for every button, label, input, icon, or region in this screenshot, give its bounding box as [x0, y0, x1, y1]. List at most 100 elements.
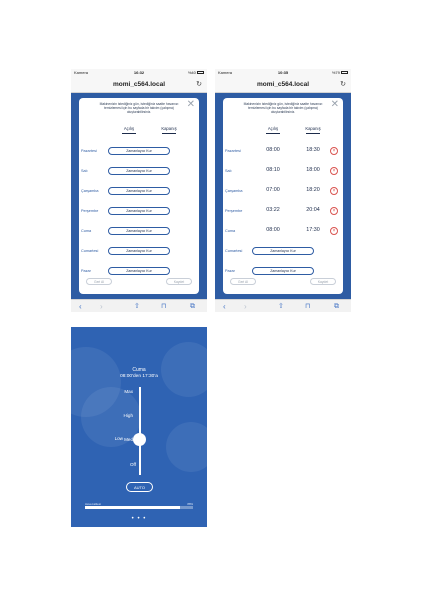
open-time[interactable]: 07:00	[260, 187, 286, 193]
browser-toolbar: ‹ › ⇧ ⊓ ⧉	[215, 299, 351, 312]
delete-timer-icon[interactable]: ×	[330, 226, 338, 235]
day-row: Salı 08:10 18:00 ×	[223, 166, 343, 177]
reload-icon[interactable]: ↻	[196, 80, 202, 88]
status-bar: Kamera 16:32 %40	[71, 69, 207, 77]
close-time[interactable]: 17:30	[300, 227, 326, 233]
day-row: Cuma 08:00 17:30 ×	[223, 226, 343, 237]
speed-slider-knob[interactable]	[133, 433, 146, 446]
day-row: Salı Zamanlayıcı Kur	[79, 167, 199, 177]
delete-timer-icon[interactable]: ×	[330, 206, 338, 215]
day-label: Pazar	[225, 269, 235, 273]
level-label-high[interactable]: High	[103, 413, 133, 418]
schedule-day-title: Cuma	[132, 367, 146, 373]
set-timer-button[interactable]: Zamanlayıcı Kur	[108, 207, 170, 215]
battery-icon	[341, 71, 348, 75]
forward-icon[interactable]: ›	[100, 301, 103, 312]
share-icon[interactable]: ⇧	[134, 301, 140, 312]
set-timer-button[interactable]: Zamanlayıcı Kur	[108, 167, 170, 175]
forward-icon[interactable]: ›	[244, 301, 247, 312]
day-row: Cuma Zamanlayıcı Kur	[79, 227, 199, 237]
battery-percent: %40	[187, 70, 196, 75]
speed-slider-track[interactable]	[139, 387, 141, 475]
bookmarks-icon[interactable]: ⊓	[161, 301, 166, 312]
phone-screen-schedule-empty: Kamera 16:32 %40 momi_c564.local ↻ ✕ Mak…	[71, 69, 207, 312]
undo-button[interactable]: Geri Al	[86, 278, 112, 285]
day-label: Cuma	[225, 229, 236, 233]
phone-screen-schedule-filled: Kamera 10:35 %79 momi_c564.local ↻ ✕ Mak…	[215, 69, 351, 312]
day-row: Cumartesi Zamanlayıcı Kur	[223, 247, 343, 257]
level-label-max[interactable]: Max	[103, 389, 133, 394]
set-timer-button[interactable]: Zamanlayıcı Kur	[108, 187, 170, 195]
day-label: Pazar	[81, 269, 91, 273]
day-row: Çarşamba 07:00 18:20 ×	[223, 186, 343, 197]
delete-timer-icon[interactable]: ×	[330, 186, 338, 195]
close-icon[interactable]: ✕	[331, 100, 339, 110]
reload-icon[interactable]: ↻	[340, 80, 346, 88]
day-label: Perşembe	[225, 209, 243, 213]
fan-control-screen: Cuma 08:00'den 17:30'a Max High Med Low …	[71, 327, 207, 527]
battery-icon	[197, 71, 204, 75]
day-row: Pazartesi 08:00 18:30 ×	[223, 146, 343, 157]
back-icon[interactable]: ‹	[223, 301, 226, 312]
day-row: Cumartesi Zamanlayıcı Kur	[79, 247, 199, 257]
battery-percent: %79	[331, 70, 340, 75]
close-icon[interactable]: ✕	[187, 100, 195, 110]
delete-timer-icon[interactable]: ×	[330, 146, 338, 155]
schedule-panel: ✕ Makinenizin istediğiniz gün, istediğin…	[223, 98, 343, 294]
day-row: Pazartesi Zamanlayıcı Kur	[79, 147, 199, 157]
level-label-off[interactable]: Off	[106, 462, 136, 467]
set-timer-button[interactable]: Zamanlayıcı Kur	[108, 267, 170, 275]
column-close-header: Kapanış	[300, 126, 326, 134]
set-timer-button[interactable]: Zamanlayıcı Kur	[108, 147, 170, 155]
close-time[interactable]: 18:30	[300, 147, 326, 153]
status-time: 16:32	[133, 70, 145, 75]
day-label: Pazartesi	[81, 149, 97, 153]
url-text[interactable]: momi_c564.local	[71, 81, 207, 88]
page-indicator-dots[interactable]: • • •	[71, 516, 207, 522]
back-icon[interactable]: ‹	[79, 301, 82, 312]
undo-button[interactable]: Geri Al	[230, 278, 256, 285]
day-label: Cuma	[81, 229, 92, 233]
open-time[interactable]: 08:00	[260, 227, 286, 233]
address-bar[interactable]: momi_c564.local ↻	[71, 77, 207, 93]
day-label: Çarşamba	[81, 189, 99, 193]
close-time[interactable]: 18:00	[300, 167, 326, 173]
save-button[interactable]: Kaydet	[166, 278, 192, 285]
day-label: Cumartesi	[81, 249, 99, 253]
address-bar[interactable]: momi_c564.local ↻	[215, 77, 351, 93]
progress-bar	[85, 506, 193, 509]
background-bubble	[166, 422, 207, 472]
instruction-text: Makinenizin istediğiniz gün, istediğiniz…	[99, 102, 179, 115]
day-label: Cumartesi	[225, 249, 243, 253]
level-label-low[interactable]: Low	[93, 436, 123, 441]
bookmarks-icon[interactable]: ⊓	[305, 301, 310, 312]
day-row: Pazar Zamanlayıcı Kur	[79, 267, 199, 277]
close-time[interactable]: 18:20	[300, 187, 326, 193]
status-time: 10:35	[277, 70, 289, 75]
day-label: Salı	[81, 169, 88, 173]
auto-mode-button[interactable]: AUTO	[126, 482, 153, 492]
browser-toolbar: ‹ › ⇧ ⊓ ⧉	[71, 299, 207, 312]
set-timer-button[interactable]: Zamanlayıcı Kur	[108, 227, 170, 235]
day-row: Çarşamba Zamanlayıcı Kur	[79, 187, 199, 197]
delete-timer-icon[interactable]: ×	[330, 166, 338, 175]
tabs-icon[interactable]: ⧉	[334, 301, 339, 312]
url-text[interactable]: momi_c564.local	[215, 81, 351, 88]
instruction-text: Makinenizin istediğiniz gün, istediğiniz…	[243, 102, 323, 115]
set-timer-button[interactable]: Zamanlayıcı Kur	[252, 247, 314, 255]
day-label: Çarşamba	[225, 189, 243, 193]
set-timer-button[interactable]: Zamanlayıcı Kur	[252, 267, 314, 275]
share-icon[interactable]: ⇧	[278, 301, 284, 312]
set-timer-button[interactable]: Zamanlayıcı Kur	[108, 247, 170, 255]
close-time[interactable]: 20:04	[300, 207, 326, 213]
column-open-header: Açılış	[260, 126, 286, 134]
status-bar: Kamera 10:35 %79	[215, 69, 351, 77]
save-button[interactable]: Kaydet	[310, 278, 336, 285]
battery-indicator: %40	[188, 69, 204, 77]
open-time[interactable]: 03:22	[260, 207, 286, 213]
open-time[interactable]: 08:00	[260, 147, 286, 153]
day-row: Perşembe 03:22 20:04 ×	[223, 206, 343, 217]
tabs-icon[interactable]: ⧉	[190, 301, 195, 312]
open-time[interactable]: 08:10	[260, 167, 286, 173]
schedule-time-range: 08:00'den 17:30'a	[120, 374, 158, 379]
